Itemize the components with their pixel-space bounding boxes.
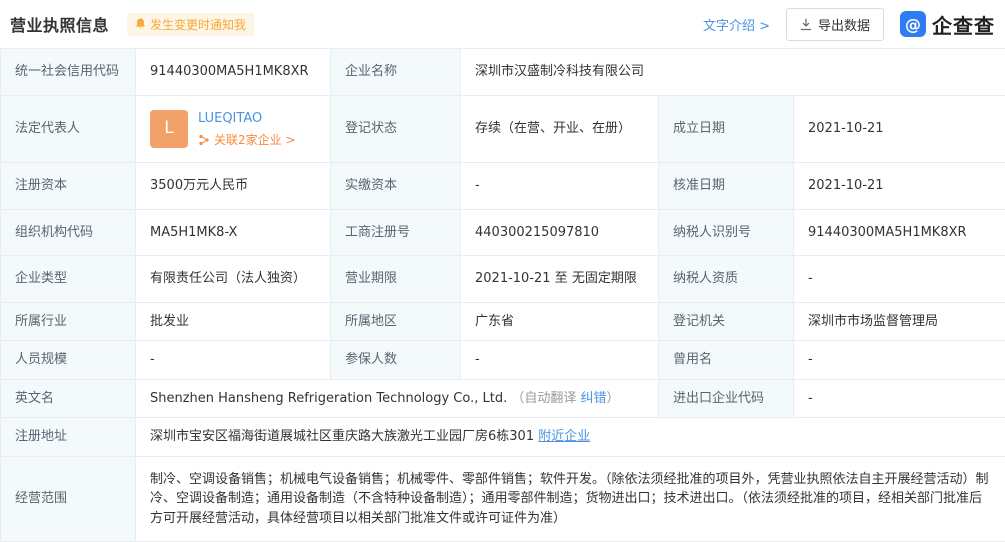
table-row: 组织机构代码 MA5H1MK8-X 工商注册号 440300215097810 … <box>1 209 1005 256</box>
business-license-page: 营业执照信息 发生变更时通知我 文字介绍 > 导出数据 @ 企查查 <box>0 0 1005 542</box>
auto-translate-note-close: ） <box>607 391 620 406</box>
correction-link[interactable]: 纠错 <box>581 391 607 406</box>
table-row: 法定代表人 L LUEQITAO 关联2家企业 > 登记状态 <box>1 95 1005 163</box>
page-title: 营业执照信息 <box>10 12 109 36</box>
legal-rep-name-link[interactable]: LUEQITAO <box>198 109 296 129</box>
notify-change-badge[interactable]: 发生变更时通知我 <box>127 13 254 36</box>
table-row: 人员规模 - 参保人数 - 曾用名 - <box>1 341 1005 380</box>
reg-authority-value: 深圳市市场监督管理局 <box>794 302 1005 341</box>
reg-capital-label: 注册资本 <box>1 163 136 210</box>
staff-size-value: - <box>136 341 331 380</box>
reg-authority-label: 登记机关 <box>659 302 794 341</box>
taxpayer-id-label: 纳税人识别号 <box>659 209 794 256</box>
org-relation-icon <box>198 134 210 146</box>
industry-label: 所属行业 <box>1 302 136 341</box>
english-name-value: Shenzhen Hansheng Refrigeration Technolo… <box>150 391 507 406</box>
biz-term-label: 营业期限 <box>331 256 461 303</box>
import-export-code-label: 进出口企业代码 <box>659 379 794 418</box>
legal-rep-cell: L LUEQITAO 关联2家企业 > <box>136 95 331 163</box>
taxpayer-qualification-label: 纳税人资质 <box>659 256 794 303</box>
text-intro-link[interactable]: 文字介绍 > <box>703 15 770 34</box>
reg-status-value: 存续（在营、开业、在册） <box>461 95 659 163</box>
business-scope-label: 经营范围 <box>1 456 136 542</box>
table-row: 英文名 Shenzhen Hansheng Refrigeration Tech… <box>1 379 1005 418</box>
taxpayer-id-value: 91440300MA5H1MK8XR <box>794 209 1005 256</box>
establish-date-label: 成立日期 <box>659 95 794 163</box>
import-export-code-value: - <box>794 379 1005 418</box>
auto-translate-note: （自动翻译 <box>511 391 580 406</box>
credit-code-label: 统一社会信用代码 <box>1 49 136 96</box>
company-name-label: 企业名称 <box>331 49 461 96</box>
address-value: 深圳市宝安区福海街道展城社区重庆路大族激光工业园厂房6栋301 <box>150 429 534 444</box>
insured-count-value: - <box>461 341 659 380</box>
credit-code-value: 91440300MA5H1MK8XR <box>136 49 331 96</box>
table-row: 注册资本 3500万元人民币 实缴资本 - 核准日期 2021-10-21 <box>1 163 1005 210</box>
business-scope-value: 制冷、空调设备销售；机械电气设备销售；机械零件、零部件销售；软件开发。（除依法须… <box>136 456 1005 542</box>
biz-term-value: 2021-10-21 至 无固定期限 <box>461 256 659 303</box>
qichacha-logo-icon: @ <box>900 11 926 37</box>
paid-capital-label: 实缴资本 <box>331 163 461 210</box>
establish-date-value: 2021-10-21 <box>794 95 1005 163</box>
table-row: 统一社会信用代码 91440300MA5H1MK8XR 企业名称 深圳市汉盛制冷… <box>1 49 1005 96</box>
address-label: 注册地址 <box>1 418 136 457</box>
section-header: 营业执照信息 发生变更时通知我 文字介绍 > 导出数据 @ 企查查 <box>0 0 1005 48</box>
license-info-table: 统一社会信用代码 91440300MA5H1MK8XR 企业名称 深圳市汉盛制冷… <box>0 48 1005 542</box>
company-type-value: 有限责任公司（法人独资） <box>136 256 331 303</box>
table-row: 企业类型 有限责任公司（法人独资） 营业期限 2021-10-21 至 无固定期… <box>1 256 1005 303</box>
region-label: 所属地区 <box>331 302 461 341</box>
industry-value: 批发业 <box>136 302 331 341</box>
qichacha-logo-text: 企查查 <box>932 10 995 39</box>
paid-capital-value: - <box>461 163 659 210</box>
staff-size-label: 人员规模 <box>1 341 136 380</box>
insured-count-label: 参保人数 <box>331 341 461 380</box>
company-type-label: 企业类型 <box>1 256 136 303</box>
header-actions: 文字介绍 > 导出数据 @ 企查查 <box>703 8 995 41</box>
org-code-value: MA5H1MK8-X <box>136 209 331 256</box>
former-name-label: 曾用名 <box>659 341 794 380</box>
bell-icon <box>135 18 146 30</box>
table-row: 注册地址 深圳市宝安区福海街道展城社区重庆路大族激光工业园厂房6栋301 附近企… <box>1 418 1005 457</box>
biz-reg-no-value: 440300215097810 <box>461 209 659 256</box>
download-icon <box>800 18 812 31</box>
approval-date-label: 核准日期 <box>659 163 794 210</box>
export-button-label: 导出数据 <box>818 15 870 34</box>
english-name-cell: Shenzhen Hansheng Refrigeration Technolo… <box>136 379 659 418</box>
org-code-label: 组织机构代码 <box>1 209 136 256</box>
legal-rep-avatar[interactable]: L <box>150 110 188 148</box>
taxpayer-qualification-value: - <box>794 256 1005 303</box>
nearby-companies-link[interactable]: 附近企业 <box>538 429 590 444</box>
reg-status-label: 登记状态 <box>331 95 461 163</box>
address-cell: 深圳市宝安区福海街道展城社区重庆路大族激光工业园厂房6栋301 附近企业 <box>136 418 1005 457</box>
related-companies-text: 关联2家企业 > <box>214 131 296 149</box>
english-name-label: 英文名 <box>1 379 136 418</box>
qichacha-logo[interactable]: @ 企查查 <box>900 10 995 39</box>
approval-date-value: 2021-10-21 <box>794 163 1005 210</box>
export-data-button[interactable]: 导出数据 <box>786 8 884 41</box>
related-companies-link[interactable]: 关联2家企业 > <box>198 131 296 149</box>
notify-badge-label: 发生变更时通知我 <box>150 16 246 33</box>
table-row: 所属行业 批发业 所属地区 广东省 登记机关 深圳市市场监督管理局 <box>1 302 1005 341</box>
region-value: 广东省 <box>461 302 659 341</box>
reg-capital-value: 3500万元人民币 <box>136 163 331 210</box>
biz-reg-no-label: 工商注册号 <box>331 209 461 256</box>
legal-rep-label: 法定代表人 <box>1 95 136 163</box>
former-name-value: - <box>794 341 1005 380</box>
company-name-value: 深圳市汉盛制冷科技有限公司 <box>461 49 1005 96</box>
table-row: 经营范围 制冷、空调设备销售；机械电气设备销售；机械零件、零部件销售；软件开发。… <box>1 456 1005 542</box>
